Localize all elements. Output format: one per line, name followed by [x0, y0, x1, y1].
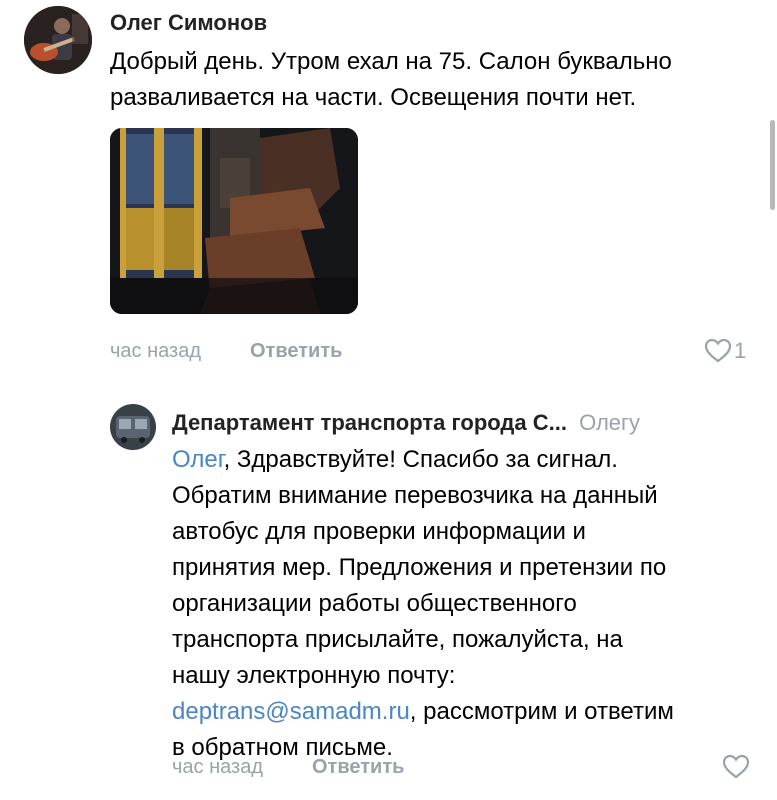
bus-icon	[110, 404, 156, 450]
reply-like-button[interactable]	[722, 754, 750, 780]
reply-text-line: автобус для проверки информации и	[172, 518, 586, 545]
department-avatar[interactable]	[110, 404, 156, 450]
heart-icon	[722, 754, 750, 779]
reply-text-line: принятия мер. Предложения и претензии по	[172, 554, 667, 581]
comment-author[interactable]: Олег Симонов	[110, 10, 267, 36]
reply-reply-button[interactable]: Ответить	[312, 756, 404, 779]
reply-text: Олег, Здравствуйте! Спасибо за сигнал. О…	[172, 442, 772, 766]
reply-author[interactable]: Департамент транспорта города С... Олегу	[172, 410, 640, 436]
like-count: 1	[734, 338, 747, 363]
mention-link[interactable]: Олег	[172, 446, 224, 473]
reply-to-label[interactable]: Олегу	[579, 410, 640, 435]
scroll-thumb[interactable]	[770, 120, 775, 210]
heart-icon	[704, 338, 732, 363]
reply-text-line: организации работы общественного	[172, 590, 577, 617]
comment-text: Добрый день. Утром ехал на 75. Салон бук…	[110, 44, 672, 116]
bus-interior-photo-icon	[110, 128, 358, 314]
guitar-icon	[24, 6, 92, 74]
reply-time: час назад	[172, 756, 264, 778]
attached-photo[interactable]	[110, 128, 358, 314]
scrollbar[interactable]	[769, 0, 777, 800]
email-tail: , рассмотрим и ответим	[409, 698, 674, 725]
reply-text-line: Обратим внимание перевозчика на данный	[172, 482, 658, 509]
like-button[interactable]: 1	[704, 338, 746, 364]
reply-text-first: , Здравствуйте! Спасибо за сигнал.	[223, 446, 618, 473]
reply-text-line: Олег, Здравствуйте! Спасибо за сигнал.	[172, 442, 772, 478]
email-link[interactable]: deptrans@samadm.ru	[172, 698, 410, 725]
comment-oleg: Олег Симонов Добрый день. Утром ехал на …	[0, 0, 777, 380]
comment-text-line: разваливается на части. Освещения почти …	[110, 84, 637, 111]
reply-button[interactable]: Ответить	[250, 340, 342, 363]
reply-text-line: deptrans@samadm.ru, рассмотрим и ответим	[172, 694, 772, 730]
comment-time: час назад	[110, 340, 202, 362]
reply-author-name[interactable]: Департамент транспорта города С...	[172, 410, 567, 435]
comment-department: Департамент транспорта города С... Олегу…	[0, 380, 777, 800]
user-avatar[interactable]	[24, 6, 92, 74]
comment-text-line: Добрый день. Утром ехал на 75. Салон бук…	[110, 48, 672, 75]
reply-text-line: нашу электронную почту:	[172, 662, 456, 689]
reply-text-line: транспорта присылайте, пожалуйста, на	[172, 626, 623, 653]
